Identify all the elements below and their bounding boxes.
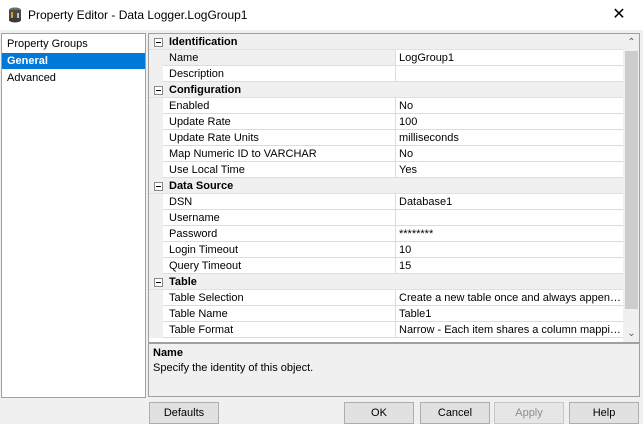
defaults-button[interactable]: Defaults <box>149 402 219 424</box>
property-value[interactable]: Narrow - Each item shares a column mappi… <box>399 322 621 338</box>
category-configuration[interactable]: Configuration <box>149 82 623 98</box>
property-value[interactable]: 10 <box>399 242 621 258</box>
property-name: Table Format <box>169 324 234 336</box>
property-value[interactable]: 100 <box>399 114 621 130</box>
property-row-update-rate[interactable]: Update Rate 100 <box>149 114 623 130</box>
property-value[interactable]: milliseconds <box>399 130 621 146</box>
category-label: Identification <box>169 36 238 48</box>
property-value[interactable]: Create a new table once and always appen… <box>399 290 621 306</box>
property-row-table-name[interactable]: Table Name Table1 <box>149 306 623 322</box>
property-name: Update Rate <box>169 116 231 128</box>
collapse-icon[interactable] <box>154 182 163 191</box>
category-label: Data Source <box>169 180 234 192</box>
property-row-password[interactable]: Password ******** <box>149 226 623 242</box>
ok-button[interactable]: OK <box>344 402 414 424</box>
property-value[interactable]: ******** <box>399 226 621 242</box>
vertical-scrollbar[interactable]: ⌃ ⌄ <box>623 34 639 342</box>
property-name: Table Name <box>169 308 228 320</box>
collapse-icon[interactable] <box>154 278 163 287</box>
property-name: Update Rate Units <box>169 132 259 144</box>
property-row-query-timeout[interactable]: Query Timeout 15 <box>149 258 623 274</box>
property-name: Password <box>169 228 218 240</box>
group-item-general[interactable]: General <box>2 53 145 69</box>
category-label: Table <box>169 276 197 288</box>
description-title: Name <box>153 347 183 359</box>
category-label: Configuration <box>169 84 242 96</box>
category-data-source[interactable]: Data Source <box>149 178 623 194</box>
property-grid: Identification Name LogGroup1 Descriptio… <box>148 33 640 343</box>
app-icon <box>9 7 21 23</box>
property-name: Map Numeric ID to VARCHAR <box>169 148 317 160</box>
scroll-down-icon[interactable]: ⌄ <box>623 325 639 342</box>
property-row-table-selection[interactable]: Table Selection Create a new table once … <box>149 290 623 306</box>
property-value[interactable]: No <box>399 146 621 162</box>
description-text: Specify the identity of this object. <box>153 362 314 374</box>
close-icon[interactable]: ✕ <box>605 3 633 27</box>
collapse-icon[interactable] <box>154 38 163 47</box>
property-value[interactable]: No <box>399 98 621 114</box>
group-item-advanced[interactable]: Advanced <box>2 70 145 86</box>
property-name: Description <box>169 68 225 80</box>
property-name: Login Timeout <box>169 244 239 256</box>
cancel-button[interactable]: Cancel <box>420 402 490 424</box>
property-name: Name <box>169 52 199 64</box>
property-value[interactable]: LogGroup1 <box>399 50 621 66</box>
property-groups-panel: Property Groups General Advanced <box>1 33 146 398</box>
property-name: DSN <box>169 196 193 208</box>
property-row-table-format[interactable]: Table Format Narrow - Each item shares a… <box>149 322 623 338</box>
property-name: Table Selection <box>169 292 244 304</box>
property-row-use-local-time[interactable]: Use Local Time Yes <box>149 162 623 178</box>
help-button[interactable]: Help <box>569 402 639 424</box>
property-value[interactable]: Yes <box>399 162 621 178</box>
property-value[interactable]: 15 <box>399 258 621 274</box>
property-row-enabled[interactable]: Enabled No <box>149 98 623 114</box>
window-title: Property Editor - Data Logger.LogGroup1 <box>28 8 248 22</box>
category-table[interactable]: Table <box>149 274 623 290</box>
property-name: Username <box>169 212 220 224</box>
property-name: Query Timeout <box>169 260 242 272</box>
property-row-description[interactable]: Description <box>149 66 623 82</box>
property-row-name[interactable]: Name LogGroup1 <box>149 50 623 66</box>
scroll-thumb[interactable] <box>625 51 638 309</box>
apply-button[interactable]: Apply <box>494 402 564 424</box>
property-row-username[interactable]: Username <box>149 210 623 226</box>
property-value[interactable]: Database1 <box>399 194 621 210</box>
category-identification[interactable]: Identification <box>149 34 623 50</box>
property-name: Enabled <box>169 100 210 112</box>
property-row-map-numeric-id[interactable]: Map Numeric ID to VARCHAR No <box>149 146 623 162</box>
title-bar: Property Editor - Data Logger.LogGroup1 … <box>0 0 643 30</box>
property-value[interactable]: Table1 <box>399 306 621 322</box>
collapse-icon[interactable] <box>154 86 163 95</box>
property-row-dsn[interactable]: DSN Database1 <box>149 194 623 210</box>
property-row-login-timeout[interactable]: Login Timeout 10 <box>149 242 623 258</box>
scroll-up-icon[interactable]: ⌃ <box>623 34 639 51</box>
property-row-update-rate-units[interactable]: Update Rate Units milliseconds <box>149 130 623 146</box>
property-name: Use Local Time <box>169 164 245 176</box>
property-groups-header: Property Groups <box>7 38 88 50</box>
description-panel: Name Specify the identity of this object… <box>148 343 640 397</box>
